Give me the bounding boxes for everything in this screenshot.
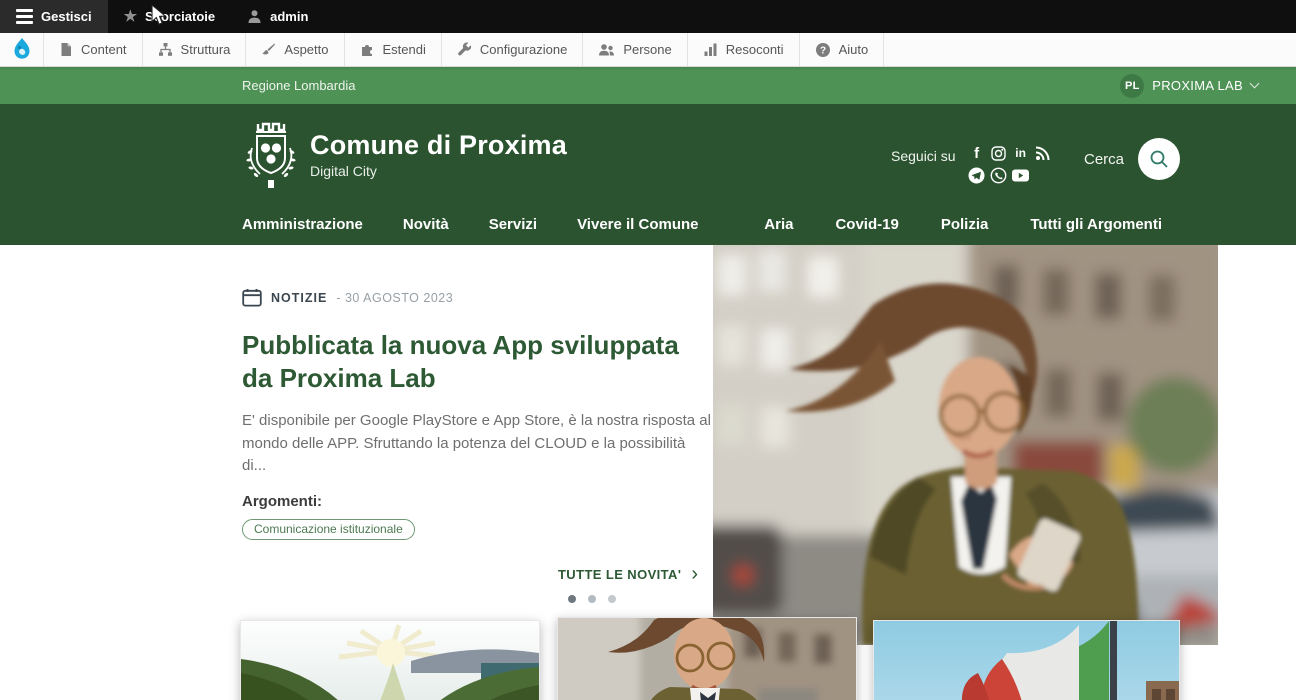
site-branding[interactable]: Comune di Proxima Digital City — [310, 130, 567, 179]
news-kicker[interactable]: NOTIZIE — [271, 291, 327, 305]
nav-secondary: Aria Covid-19 Polizia Tutti gli Argoment… — [764, 216, 1162, 233]
toolbar-item-content[interactable]: Content — [44, 33, 143, 66]
main-navigation: Amministrazione Novità Servizi Vivere il… — [242, 216, 1162, 233]
main-content: NOTIZIE - 30 AGOSTO 2023 Pubblicata la n… — [0, 245, 1296, 700]
nav-item-novita[interactable]: Novità — [403, 216, 449, 233]
carousel-dot[interactable] — [568, 595, 576, 603]
star-icon: ★ — [124, 9, 137, 24]
puzzle-icon — [360, 42, 375, 57]
toolbar-item-resoconti[interactable]: Resoconti — [688, 33, 800, 66]
social-follow: Seguici su f in — [891, 144, 1056, 187]
drupal-logo-icon[interactable] — [0, 33, 44, 66]
search-button[interactable] — [1138, 138, 1180, 180]
nav-item-covid-19[interactable]: Covid-19 — [835, 216, 898, 233]
sitemap-icon — [158, 42, 173, 57]
admin-shortcuts-tab[interactable]: ★ Scorciatoie — [108, 0, 232, 33]
site-badge: PL — [1120, 74, 1144, 98]
search-area: Cerca — [1084, 138, 1180, 180]
instagram-icon[interactable] — [990, 144, 1008, 162]
drupal-admin-topbar: Gestisci ★ Scorciatoie admin — [0, 0, 1296, 33]
card-news-app[interactable] — [557, 617, 857, 700]
shortcuts-label: Scorciatoie — [145, 9, 215, 24]
admin-manage-tab[interactable]: Gestisci — [0, 0, 108, 33]
toolbar-item-persone[interactable]: Persone — [583, 33, 687, 66]
carousel-dot[interactable] — [588, 595, 596, 603]
region-link[interactable]: Regione Lombardia — [242, 78, 355, 93]
toolbar-item-aiuto[interactable]: ? Aiuto — [800, 33, 885, 66]
youtube-icon[interactable] — [1012, 166, 1030, 184]
toolbar-item-aspetto[interactable]: Aspetto — [246, 33, 344, 66]
carousel-dots — [242, 595, 712, 603]
site-header: Comune di Proxima Digital City Seguici s… — [0, 104, 1296, 245]
nav-item-tutti-gli-argomenti[interactable]: Tutti gli Argomenti — [1030, 216, 1162, 233]
hero-image — [713, 245, 1218, 645]
calendar-icon — [242, 288, 262, 307]
toolbar-item-configurazione[interactable]: Configurazione — [442, 33, 583, 66]
help-icon: ? — [815, 42, 831, 58]
user-icon — [247, 9, 262, 24]
people-icon — [598, 42, 615, 57]
news-excerpt: E' disponibile per Google PlayStore e Ap… — [242, 410, 712, 478]
document-icon — [59, 42, 73, 57]
news-date: - 30 AGOSTO 2023 — [336, 291, 453, 305]
site-title: Comune di Proxima — [310, 130, 567, 161]
chevron-down-icon — [1250, 79, 1260, 89]
nav-primary: Amministrazione Novità Servizi Vivere il… — [242, 216, 699, 233]
hamburger-icon — [16, 9, 33, 24]
card-landscape[interactable] — [240, 620, 540, 700]
featured-news: NOTIZIE - 30 AGOSTO 2023 Pubblicata la n… — [242, 288, 712, 603]
nav-item-aria[interactable]: Aria — [764, 216, 793, 233]
site-switcher[interactable]: PL PROXIMA LAB — [1120, 74, 1258, 98]
topic-chip[interactable]: Comunicazione istituzionale — [242, 519, 415, 540]
follow-label: Seguici su — [891, 148, 956, 164]
chevron-right-icon: › — [691, 568, 698, 580]
nav-item-servizi[interactable]: Servizi — [489, 216, 537, 233]
telegram-icon[interactable] — [968, 166, 986, 184]
bar-chart-icon — [703, 42, 718, 57]
topics-label: Argomenti: — [242, 493, 712, 510]
rss-icon[interactable] — [1034, 144, 1052, 162]
wrench-icon — [457, 42, 472, 57]
site-switcher-label: PROXIMA LAB — [1152, 78, 1243, 93]
municipality-crest-logo[interactable] — [242, 120, 300, 199]
nav-item-polizia[interactable]: Polizia — [941, 216, 989, 233]
news-meta-row: NOTIZIE - 30 AGOSTO 2023 — [242, 288, 712, 307]
search-icon — [1149, 149, 1169, 169]
site-subtitle: Digital City — [310, 163, 567, 179]
svg-text:?: ? — [820, 45, 826, 56]
nav-item-vivere-il-comune[interactable]: Vivere il Comune — [577, 216, 698, 233]
card-italian-flag[interactable] — [873, 620, 1180, 700]
linkedin-icon[interactable]: in — [1012, 144, 1030, 162]
page: Gestisci ★ Scorciatoie admin — [0, 0, 1296, 700]
region-bar: Regione Lombardia PL PROXIMA LAB — [0, 67, 1296, 104]
search-label: Cerca — [1084, 151, 1124, 168]
carousel-dot[interactable] — [608, 595, 616, 603]
all-news-label: TUTTE LE NOVITA' — [558, 567, 681, 582]
toolbar-item-estendi[interactable]: Estendi — [345, 33, 442, 66]
toolbar-item-struttura[interactable]: Struttura — [143, 33, 247, 66]
news-title[interactable]: Pubblicata la nuova App sviluppata da Pr… — [242, 329, 712, 394]
whatsapp-icon[interactable] — [990, 166, 1008, 184]
facebook-icon[interactable]: f — [968, 144, 986, 162]
drupal-admin-toolbar: Content Struttura Aspetto Estendi — [0, 33, 1296, 67]
paintbrush-icon — [261, 42, 276, 57]
social-icons: f in — [968, 144, 1056, 187]
nav-item-amministrazione[interactable]: Amministrazione — [242, 216, 363, 233]
manage-label: Gestisci — [41, 9, 92, 24]
admin-user-tab[interactable]: admin — [231, 0, 324, 33]
all-news-link[interactable]: TUTTE LE NOVITA' › — [242, 567, 712, 582]
username-label: admin — [270, 9, 308, 24]
